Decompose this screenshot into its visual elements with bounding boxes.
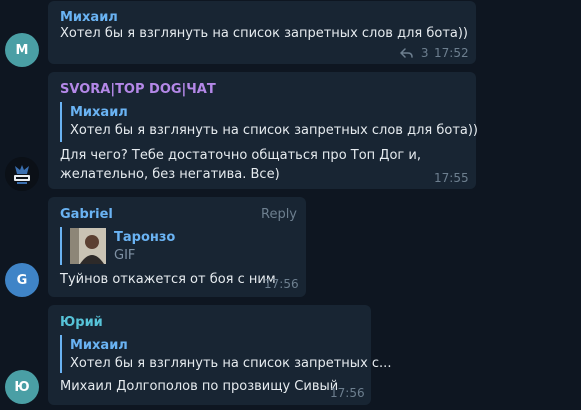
quote-text: GIF	[114, 248, 136, 263]
sender-name[interactable]: SVORA|TOP DOG|ЧАТ	[60, 82, 216, 97]
quoted-message[interactable]: Михаил Хотел бы я взглянуть на список за…	[60, 102, 478, 142]
message-text-line-1: Для чего? Тебе достаточно общаться про Т…	[60, 148, 421, 163]
message-text: Туйнов откажется от боя с ним	[60, 272, 276, 287]
sender-name[interactable]: Юрий	[60, 315, 103, 330]
quoted-message[interactable]: Таронзо GIF	[60, 227, 240, 265]
avatar-gabriel[interactable]: G	[5, 263, 39, 297]
svora-logo-icon	[5, 157, 39, 191]
message-bubble[interactable]: Юрий Михаил Хотел бы я взглянуть на спис…	[48, 305, 391, 405]
message-bubble[interactable]: Gabriel Reply Таронзо GIF Туйнов откажет…	[48, 197, 306, 297]
replies-indicator[interactable]: 3	[400, 46, 428, 60]
sender-name[interactable]: Gabriel	[60, 207, 113, 222]
avatar-yuriy[interactable]: Ю	[5, 370, 39, 404]
message-time: 17:55	[434, 171, 469, 185]
message-time: 17:52	[434, 46, 469, 60]
message-time: 17:56	[264, 277, 299, 291]
sender-name[interactable]: Михаил	[60, 10, 118, 25]
gif-thumbnail	[70, 228, 106, 264]
message-text: Михаил Долгополов по прозвищу Сивый	[60, 379, 339, 394]
quoted-message[interactable]: Михаил Хотел бы я взглянуть на список за…	[60, 335, 391, 373]
quote-author: Михаил	[70, 338, 128, 353]
quote-text: Хотел бы я взглянуть на список запретных…	[70, 123, 479, 138]
message-bubble[interactable]: SVORA|TOP DOG|ЧАТ Михаил Хотел бы я взгл…	[48, 72, 478, 189]
chat-history: М Михаил Хотел бы я взглянуть на список …	[0, 0, 581, 410]
quote-text: Хотел бы я взглянуть на список запретных…	[70, 356, 392, 371]
reply-arrow-icon	[400, 48, 413, 58]
quote-author: Таронзо	[114, 230, 176, 245]
message-text: Хотел бы я взглянуть на список запретных…	[60, 26, 469, 41]
message-time: 17:56	[330, 386, 365, 400]
message-bubble[interactable]: Михаил Хотел бы я взглянуть на список за…	[48, 1, 476, 64]
person-photo-icon	[70, 228, 106, 264]
message-text-line-2: желательно, без негатива. Все)	[60, 167, 280, 182]
avatar-mikhail[interactable]: М	[5, 33, 39, 67]
replies-count: 3	[420, 46, 429, 60]
avatar-svora[interactable]	[5, 157, 39, 191]
quote-author: Михаил	[70, 105, 128, 120]
reply-button[interactable]: Reply	[261, 207, 297, 222]
